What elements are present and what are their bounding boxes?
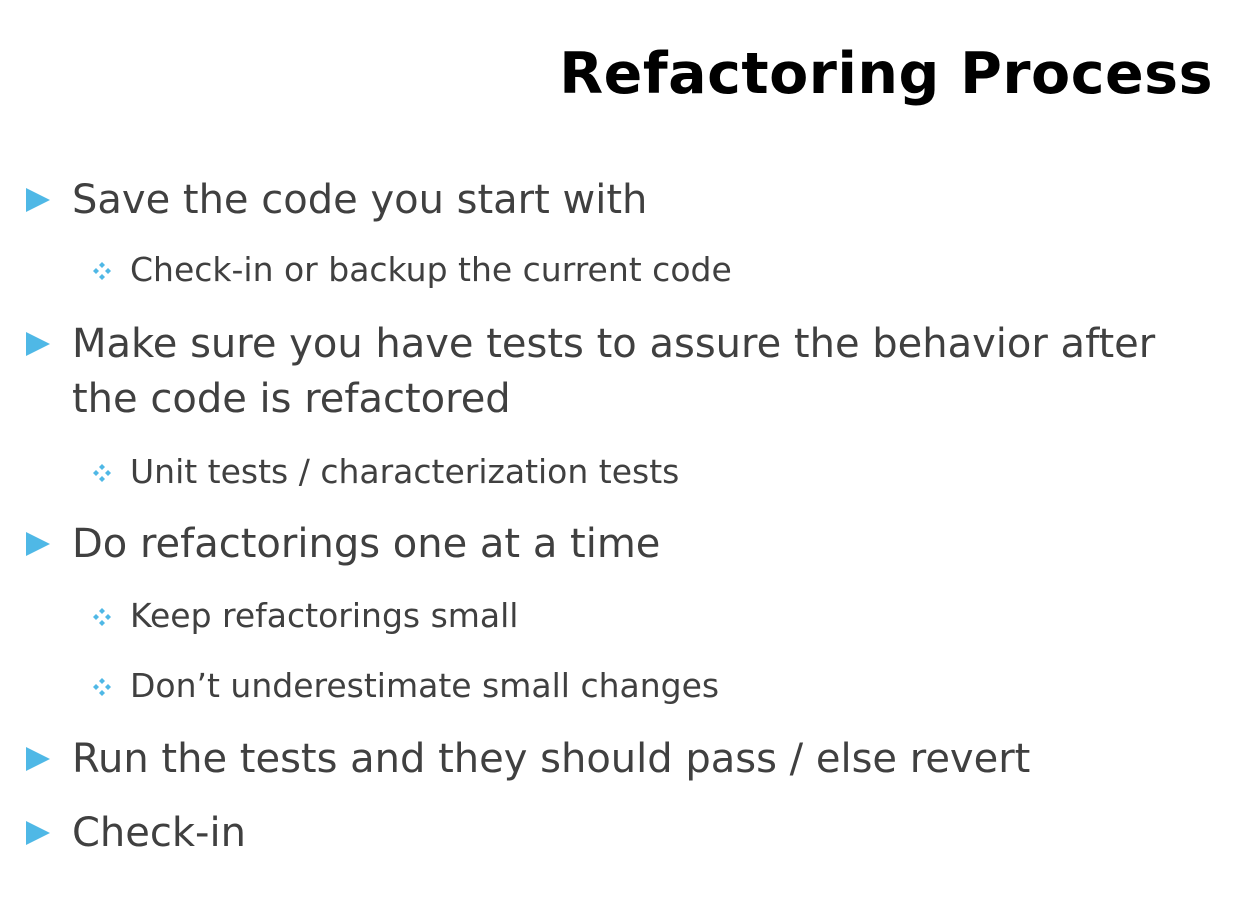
sub-bullet-text: Unit tests / characterization tests <box>130 452 680 491</box>
bullet-item: Run the tests and they should pass / els… <box>26 731 1031 787</box>
triangle-right-icon <box>26 747 50 771</box>
bullet-item: Make sure you have tests to assure the b… <box>26 316 1156 372</box>
sub-bullet-text: Don’t underestimate small changes <box>130 666 720 705</box>
four-diamond-icon <box>93 678 111 696</box>
bullet-item: Check-in <box>26 805 246 861</box>
four-diamond-icon <box>93 262 111 280</box>
sub-bullet-text: Check-in or backup the current code <box>130 250 732 289</box>
triangle-right-icon <box>26 188 50 212</box>
triangle-right-icon <box>26 532 50 556</box>
bullet-continuation: the code is refactored <box>72 371 511 427</box>
four-diamond-icon <box>93 608 111 626</box>
bullet-text: Do refactorings one at a time <box>72 521 661 567</box>
sub-bullet-item: Don’t underestimate small changes <box>93 664 720 708</box>
triangle-right-icon <box>26 332 50 356</box>
bullet-text: Save the code you start with <box>72 177 648 223</box>
bullet-item: Save the code you start with <box>26 172 648 228</box>
sub-bullet-text: Keep refactorings small <box>130 596 519 635</box>
sub-bullet-item: Keep refactorings small <box>93 594 519 638</box>
sub-bullet-item: Unit tests / characterization tests <box>93 450 680 494</box>
bullet-text: Make sure you have tests to assure the b… <box>72 321 1156 367</box>
bullet-item: Do refactorings one at a time <box>26 516 661 572</box>
bullet-text: Check-in <box>72 810 246 856</box>
four-diamond-icon <box>93 464 111 482</box>
bullet-list: Save the code you start with Check-in or… <box>0 0 1237 903</box>
bullet-text-continuation: the code is refactored <box>72 376 511 422</box>
sub-bullet-item: Check-in or backup the current code <box>93 248 732 292</box>
triangle-right-icon <box>26 821 50 845</box>
bullet-text: Run the tests and they should pass / els… <box>72 736 1031 782</box>
